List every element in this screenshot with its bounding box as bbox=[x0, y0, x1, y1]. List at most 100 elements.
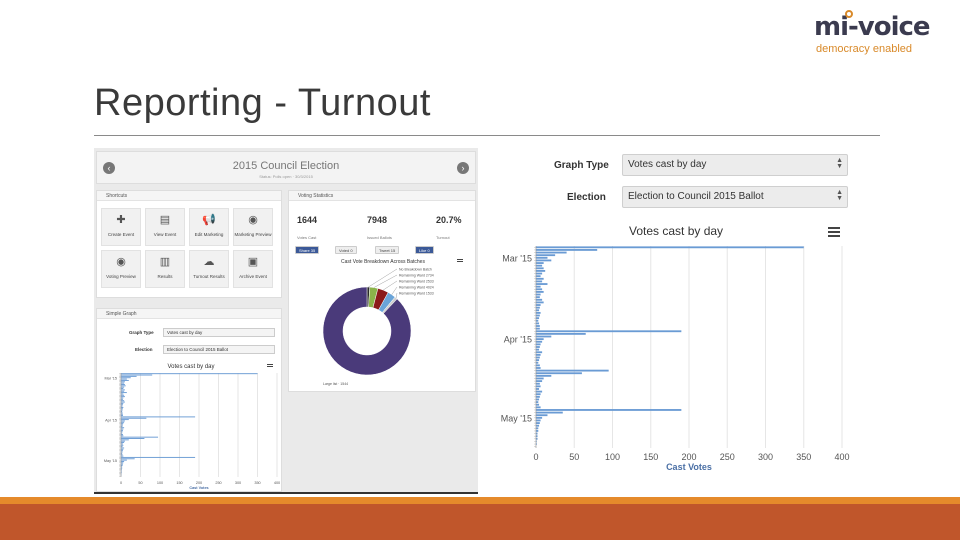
donut-leader-line bbox=[391, 286, 398, 295]
donut-slice-label: Remaining Ward 2533 bbox=[399, 280, 434, 284]
bar bbox=[536, 293, 541, 296]
graph-type-select[interactable]: Votes cast by day ▲ ▼ bbox=[622, 154, 848, 176]
donut-leader-line bbox=[395, 292, 398, 299]
bar bbox=[536, 364, 540, 367]
bar bbox=[536, 311, 541, 314]
bar bbox=[536, 356, 540, 359]
x-tick-label: 100 bbox=[157, 481, 163, 485]
voting-statistics-title: Voting Statistics bbox=[289, 191, 475, 201]
shortcut-tile-label: Results bbox=[157, 274, 173, 279]
x-tick-label: 250 bbox=[215, 481, 221, 485]
turnout-value: 20.7% bbox=[436, 215, 462, 225]
x-tick-label: 150 bbox=[176, 481, 182, 485]
next-event-button[interactable]: › bbox=[457, 162, 469, 174]
shortcut-edit-marketing-tile[interactable]: 📢 Edit Marketing bbox=[189, 208, 229, 246]
bar bbox=[121, 397, 124, 399]
shortcut-view-event-tile[interactable]: ▤ View Event bbox=[145, 208, 185, 246]
archive-icon: ▣ bbox=[247, 256, 259, 268]
election-select[interactable]: Election to Council 2015 Ballot ▲ ▼ bbox=[622, 186, 848, 208]
shortcut-tile-label: Turnout Results bbox=[193, 274, 225, 279]
shortcut-marketing-preview-tile[interactable]: ◉ Marketing Preview bbox=[233, 208, 273, 246]
shortcut-results-tile[interactable]: ▥ Results bbox=[145, 250, 185, 288]
bar bbox=[121, 419, 129, 421]
donut-menu-icon bbox=[457, 259, 463, 260]
bar bbox=[536, 346, 540, 348]
bar bbox=[121, 393, 124, 395]
shortcut-turnout-results-tile[interactable]: ☁ Turnout Results bbox=[189, 250, 229, 288]
bar bbox=[536, 275, 541, 278]
bar bbox=[536, 264, 543, 267]
bar bbox=[121, 374, 153, 376]
share-share-button[interactable]: Share 35 bbox=[295, 246, 320, 254]
bar bbox=[536, 369, 609, 372]
bar bbox=[536, 288, 543, 291]
mini-graph-type-select[interactable]: Votes cast by day bbox=[163, 328, 275, 337]
megaphone-icon: 📢 bbox=[202, 214, 216, 226]
mini-menu-icon bbox=[267, 366, 273, 367]
bar bbox=[536, 285, 541, 288]
bar bbox=[121, 378, 127, 380]
logo-tagline: democracy enabled bbox=[816, 43, 913, 55]
bar bbox=[536, 280, 543, 283]
bar bbox=[536, 361, 539, 364]
bar bbox=[121, 417, 147, 419]
bar bbox=[536, 270, 546, 272]
bar bbox=[121, 375, 137, 377]
bar bbox=[536, 343, 541, 346]
donut-menu-icon bbox=[457, 261, 463, 262]
bar bbox=[121, 377, 131, 379]
bar bbox=[536, 372, 582, 375]
bar bbox=[536, 322, 540, 325]
donut-title: Cast Vote Breakdown Across Batches bbox=[341, 259, 425, 265]
bar bbox=[536, 332, 586, 335]
logo-wordmark: mi-voice bbox=[814, 12, 931, 42]
shortcut-voting-preview-tile[interactable]: ◉ Voting Preview bbox=[101, 250, 141, 288]
bar bbox=[536, 246, 804, 249]
bar bbox=[121, 401, 125, 403]
bar bbox=[536, 416, 543, 419]
shortcut-archive-event-tile[interactable]: ▣ Archive Event bbox=[233, 250, 273, 288]
share-tweet-button[interactable]: Tweet 15 bbox=[375, 246, 400, 254]
shortcut-create-event-tile[interactable]: ✚ Create Event bbox=[101, 208, 141, 246]
bar bbox=[121, 416, 196, 418]
y-tick-label: Apr '15 bbox=[105, 419, 117, 423]
donut-slice-label: Remaining Ward 2734 bbox=[399, 274, 434, 278]
mini-votes-chart: Votes cast by day 0 50 100 150 200 250 300 350 40… bbox=[104, 364, 280, 490]
event-header: ‹ 2015 Council Election Status: Polls op… bbox=[96, 151, 476, 184]
x-tick-label: 300 bbox=[758, 452, 773, 462]
bar bbox=[536, 411, 563, 414]
bar bbox=[121, 384, 125, 385]
footer-accent-strip bbox=[0, 497, 960, 504]
bar bbox=[536, 325, 540, 327]
x-tick-label: 0 bbox=[120, 481, 122, 485]
bar bbox=[536, 319, 539, 322]
donut-slice-label: Remaining Ward 4024 bbox=[399, 286, 434, 290]
votes-cast-by-day-chart: 0 50 100 150 200 250 300 350 400 Mar '15 Apr '15 Ma… bbox=[501, 246, 850, 472]
x-tick-label: 0 bbox=[533, 452, 538, 462]
issued-ballots-label: Issued Ballots bbox=[367, 235, 392, 240]
bar bbox=[121, 442, 125, 444]
bar bbox=[536, 351, 543, 354]
document-icon: ▤ bbox=[159, 214, 171, 226]
share-like-button[interactable]: Like 0 bbox=[415, 246, 434, 254]
y-tick-label: May '15 bbox=[501, 413, 532, 423]
share-voted-button[interactable]: Voted 0 bbox=[335, 246, 357, 254]
voting-statistics-panel: Voting Statistics 1644 7948 20.7% Votes … bbox=[288, 190, 476, 392]
bar bbox=[536, 256, 548, 259]
bar bbox=[536, 401, 539, 404]
event-subtitle: Status: Polls open · 30/3/2015 bbox=[259, 174, 313, 179]
election-label: Election bbox=[567, 192, 606, 203]
x-tick-label: 350 bbox=[254, 481, 260, 485]
bar bbox=[536, 377, 544, 380]
bar bbox=[121, 435, 124, 437]
bar bbox=[121, 394, 125, 396]
y-tick-label: Apr '15 bbox=[504, 335, 532, 345]
votes-cast-label: Votes Cast bbox=[297, 235, 317, 240]
bar bbox=[121, 456, 196, 458]
mini-election-select[interactable]: Election to Council 2015 Ballot bbox=[163, 345, 275, 354]
bar bbox=[536, 398, 540, 401]
bar bbox=[536, 327, 540, 330]
bar bbox=[121, 396, 125, 398]
x-tick-label: 100 bbox=[605, 452, 620, 462]
bar bbox=[536, 430, 539, 432]
